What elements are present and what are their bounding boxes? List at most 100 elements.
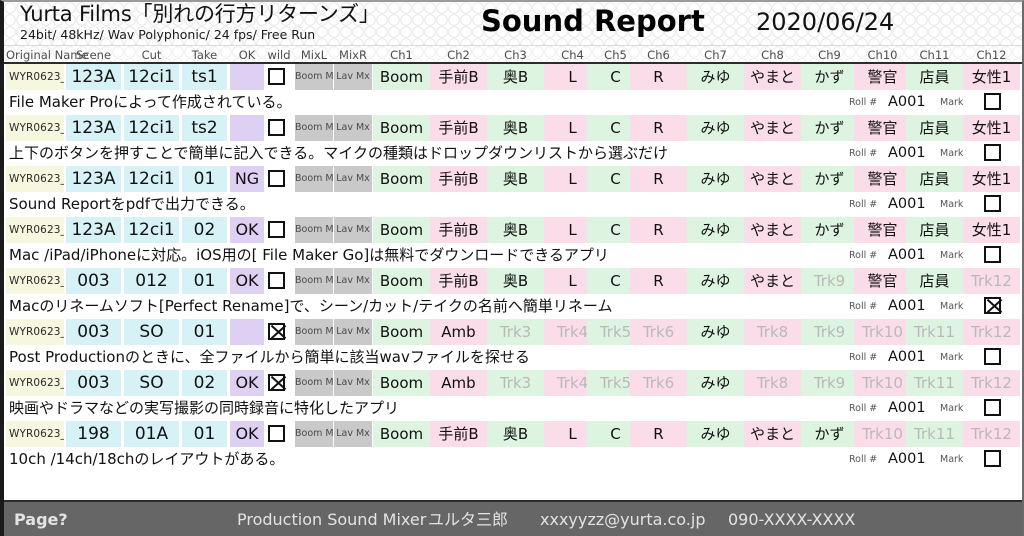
cell-channel-3[interactable]: 奥B [487,64,544,90]
cell-channel-1[interactable]: Boom [373,370,430,396]
cell-mix-left[interactable]: Boom Mx [295,421,333,447]
cell-channel-8[interactable]: やまと [744,421,801,447]
note-text[interactable]: Post Productionのときに、全ファイルから簡単に該当wavファイルを… [9,345,530,370]
cell-channel-8[interactable]: Trk8 [744,370,801,396]
cell-channel-11[interactable]: 店員 [906,217,963,243]
cell-mix-left[interactable]: Boom Mx [295,166,333,192]
roll-number-value[interactable]: A001 [888,194,926,215]
cell-channel-8[interactable]: やまと [744,64,801,90]
wild-checkbox[interactable] [268,425,285,442]
cell-channel-12[interactable]: 女性1 [963,166,1020,192]
cell-take[interactable]: ts2 [182,115,227,141]
cell-channel-1[interactable]: Boom [373,421,430,447]
cell-channel-8[interactable]: やまと [744,217,801,243]
cell-channel-12[interactable]: 女性1 [963,217,1020,243]
cell-cut[interactable]: 012 [124,268,179,294]
cell-channel-1[interactable]: Boom [373,319,430,345]
note-text[interactable]: Sound Reportをpdfで出力できる。 [9,192,255,217]
wild-checkbox[interactable] [268,272,285,289]
cell-channel-8[interactable]: Trk8 [744,319,801,345]
cell-take[interactable]: 01 [182,268,227,294]
wild-checkbox[interactable] [268,68,285,85]
cell-original-name[interactable]: WYR0623_008 [6,421,64,447]
mark-checkbox[interactable] [984,297,1001,314]
cell-channel-2[interactable]: Amb [430,370,487,396]
cell-channel-2[interactable]: 手前B [430,268,487,294]
cell-ok-status[interactable]: OK [230,421,264,447]
cell-channel-2[interactable]: Amb [430,319,487,345]
cell-channel-11[interactable]: 店員 [906,115,963,141]
cell-scene[interactable]: 123A [66,64,121,90]
cell-ok-status[interactable]: OK [230,370,264,396]
cell-channel-6[interactable]: R [630,217,687,243]
cell-original-name[interactable]: WYR0623_001 [6,64,64,90]
cell-channel-3[interactable]: 奥B [487,421,544,447]
cell-ok-status[interactable] [230,115,264,141]
cell-scene[interactable]: 198 [66,421,121,447]
cell-mix-left[interactable]: Boom Mx [295,115,333,141]
cell-channel-7[interactable]: みゆ [687,64,744,90]
cell-channel-12[interactable]: 女性1 [963,115,1020,141]
cell-channel-11[interactable]: 店員 [906,268,963,294]
cell-channel-7[interactable]: みゆ [687,319,744,345]
roll-number-value[interactable]: A001 [888,296,926,317]
cell-channel-2[interactable]: 手前B [430,64,487,90]
cell-channel-12[interactable]: Trk12 [963,421,1020,447]
cell-channel-3[interactable]: 奥B [487,115,544,141]
wild-checkbox[interactable] [268,119,285,136]
cell-channel-9[interactable]: Trk9 [801,370,858,396]
mark-checkbox[interactable] [984,348,1001,365]
cell-take[interactable]: 01 [182,421,227,447]
note-text[interactable]: 10ch /14ch/18chのレイアウトがある。 [9,447,284,472]
cell-channel-6[interactable]: R [630,64,687,90]
roll-number-value[interactable]: A001 [888,245,926,266]
cell-channel-9[interactable]: かず [801,64,858,90]
cell-channel-1[interactable]: Boom [373,64,430,90]
cell-channel-9[interactable]: かず [801,115,858,141]
note-text[interactable]: Mac /iPad/iPhoneに対応。iOS用の[ File Maker Go… [9,243,609,268]
cell-channel-1[interactable]: Boom [373,115,430,141]
cell-mix-left[interactable]: Boom Mx [295,268,333,294]
cell-cut[interactable]: 12ci1 [124,64,179,90]
cell-take[interactable]: 02 [182,217,227,243]
cell-channel-9[interactable]: かず [801,217,858,243]
cell-take[interactable]: ts1 [182,64,227,90]
cell-channel-7[interactable]: みゆ [687,421,744,447]
mark-checkbox[interactable] [984,144,1001,161]
cell-channel-1[interactable]: Boom [373,268,430,294]
note-text[interactable]: 映画やドラマなどの実写撮影の同時録音に特化したアプリ [9,396,399,421]
cell-channel-2[interactable]: 手前B [430,217,487,243]
cell-channel-11[interactable]: 店員 [906,64,963,90]
cell-cut[interactable]: SO [124,319,179,345]
roll-number-value[interactable]: A001 [888,398,926,419]
note-text[interactable]: File Maker Proによって作成されている。 [9,90,291,115]
cell-mix-right[interactable]: Lav Mx [334,421,372,447]
cell-channel-8[interactable]: やまと [744,115,801,141]
cell-original-name[interactable]: WYR0623_006 [6,319,64,345]
wild-checkbox[interactable] [268,170,285,187]
note-text[interactable]: Macのリネームソフト[Perfect Rename]で、シーン/カット/テイク… [9,294,612,319]
cell-channel-10[interactable]: 警官 [854,268,911,294]
cell-channel-7[interactable]: みゆ [687,115,744,141]
cell-ok-status[interactable]: OK [230,268,264,294]
cell-ok-status[interactable] [230,319,264,345]
cell-ok-status[interactable]: NG [230,166,264,192]
cell-channel-6[interactable]: Trk6 [630,370,687,396]
cell-channel-2[interactable]: 手前B [430,166,487,192]
cell-channel-9[interactable]: かず [801,421,858,447]
cell-channel-1[interactable]: Boom [373,217,430,243]
cell-cut[interactable]: SO [124,370,179,396]
cell-channel-10[interactable]: Trk10 [854,370,911,396]
cell-channel-10[interactable]: Trk10 [854,421,911,447]
mark-checkbox[interactable] [984,93,1001,110]
cell-channel-3[interactable]: 奥B [487,166,544,192]
cell-channel-6[interactable]: R [630,268,687,294]
cell-mix-left[interactable]: Boom Mx [295,319,333,345]
roll-number-value[interactable]: A001 [888,143,926,164]
cell-scene[interactable]: 123A [66,217,121,243]
cell-mix-right[interactable]: Lav Mx [334,268,372,294]
cell-channel-3[interactable]: 奥B [487,217,544,243]
cell-channel-9[interactable]: かず [801,166,858,192]
cell-channel-10[interactable]: 警官 [854,115,911,141]
cell-mix-right[interactable]: Lav Mx [334,217,372,243]
